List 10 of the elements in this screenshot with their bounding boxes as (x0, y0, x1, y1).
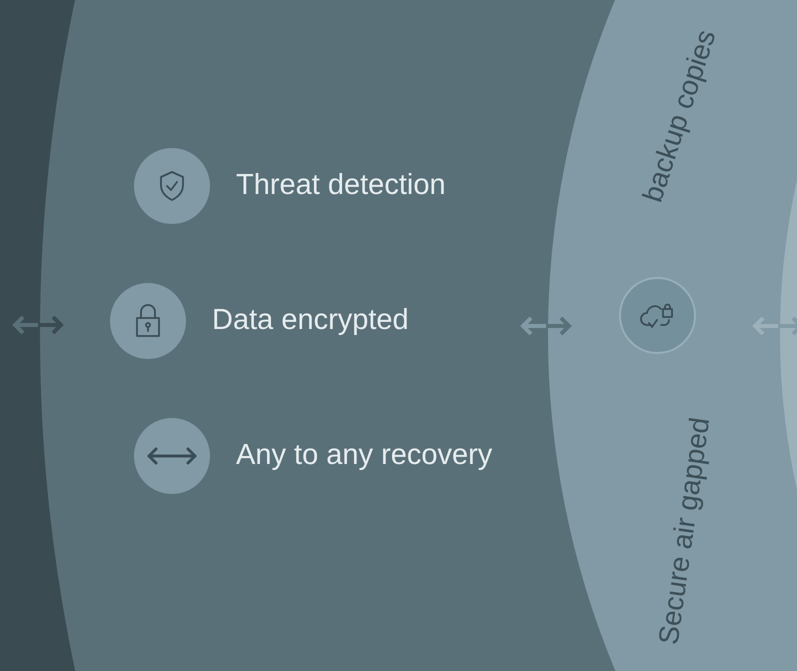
padlock-icon (133, 302, 163, 340)
feature-label: Data encrypted (212, 303, 409, 338)
shield-check-icon (157, 169, 187, 203)
double-arrow-icon (752, 316, 797, 336)
double-arrow-icon (12, 315, 64, 335)
double-arrow-icon (146, 446, 198, 466)
feature-label: Threat detection (236, 168, 446, 204)
feature-label: Any to any recovery (236, 438, 492, 474)
double-arrow-icon (520, 316, 572, 336)
ring-label: Secure air gapped (652, 414, 716, 648)
